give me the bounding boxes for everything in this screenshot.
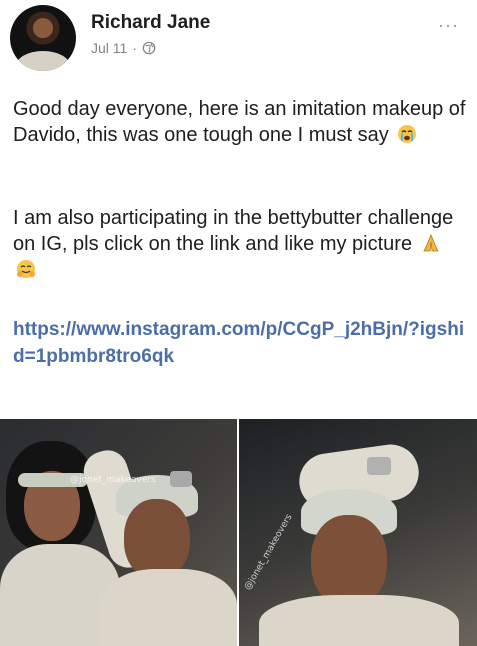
photo-1-man-face xyxy=(124,499,190,579)
instagram-link[interactable]: https://www.instagram.com/p/CCgP_j2hBjn/… xyxy=(13,316,468,370)
author-name[interactable]: Richard Jane xyxy=(91,12,210,34)
facebook-post: Richard Jane Jul 11 · ··· Good day every… xyxy=(0,0,477,646)
avatar[interactable] xyxy=(10,5,76,71)
photo-2-face xyxy=(311,515,387,607)
photo-1-watch xyxy=(170,471,192,487)
hugging-face-icon xyxy=(17,260,35,278)
photo-1-watermark: @jonet_makeovers xyxy=(70,475,156,485)
post-date[interactable]: Jul 11 xyxy=(91,40,127,56)
folded-hands-icon xyxy=(422,233,439,252)
post-paragraph-1: Good day everyone, here is an imitation … xyxy=(13,96,468,148)
globe-icon[interactable] xyxy=(142,41,156,55)
photo-grid: @jonet_makeovers @jonet_makeovers xyxy=(0,419,477,646)
crying-face-icon xyxy=(398,125,417,143)
meta-separator: · xyxy=(132,40,137,56)
photo-1-man-jacket xyxy=(100,569,237,646)
post-meta: Jul 11 · xyxy=(91,40,156,56)
photo-2-watch xyxy=(367,457,391,475)
avatar-shoulder xyxy=(16,51,70,71)
photo-2[interactable]: @jonet_makeovers xyxy=(239,419,477,646)
more-options-icon[interactable]: ··· xyxy=(438,16,459,34)
photo-2-watermark: @jonet_makeovers xyxy=(243,512,295,592)
paragraph-2-text: I am also participating in the bettybutt… xyxy=(13,207,454,255)
photo-2-jacket xyxy=(259,595,459,646)
photo-1[interactable]: @jonet_makeovers xyxy=(0,419,237,646)
post-paragraph-2: I am also participating in the bettybutt… xyxy=(13,205,468,283)
